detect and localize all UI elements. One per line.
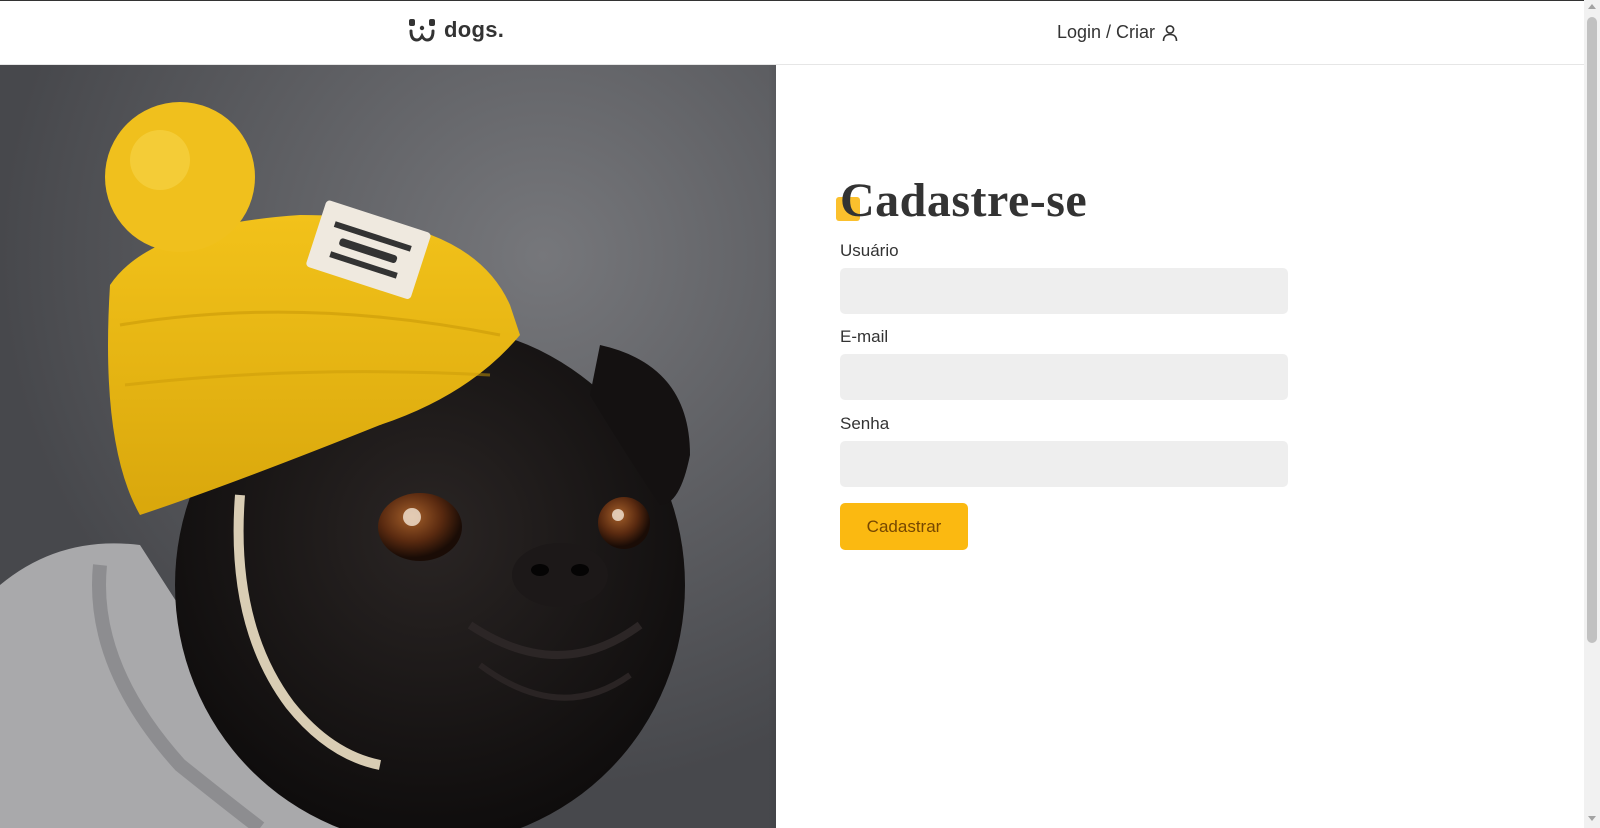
email-label: E-mail (840, 327, 889, 346)
hero-photo (0, 65, 776, 828)
login-create-label: Login / Criar (1057, 22, 1156, 42)
email-field-group: E-mail (840, 327, 1288, 400)
email-input[interactable] (840, 354, 1288, 400)
username-label: Usuário (840, 241, 899, 260)
dog-face-icon (409, 19, 435, 42)
pug-with-yellow-beanie-photo (0, 65, 776, 828)
register-button[interactable]: Cadastrar (840, 503, 968, 550)
logo-text: dogs. (444, 17, 505, 42)
page-title: Cadastre-se (840, 174, 1088, 227)
login-create-link[interactable]: Login / Criar (1057, 22, 1179, 43)
password-input[interactable] (840, 441, 1288, 487)
scroll-up-arrow-icon[interactable] (1588, 4, 1596, 9)
page-title-wrap: Cadastre-se (836, 173, 1088, 229)
vertical-scrollbar[interactable] (1584, 0, 1600, 828)
password-label: Senha (840, 414, 890, 433)
signup-panel: Cadastre-se Usuário E-mail Senha Cadastr… (776, 65, 1584, 828)
scrollbar-thumb[interactable] (1587, 17, 1597, 643)
password-field-group: Senha (840, 414, 1288, 487)
username-field-group: Usuário (840, 241, 1288, 314)
username-input[interactable] (840, 268, 1288, 314)
user-icon (1162, 24, 1178, 41)
site-header: dogs. Login / Criar (0, 0, 1584, 65)
scroll-down-arrow-icon[interactable] (1588, 816, 1596, 821)
logo-link[interactable]: dogs. (408, 17, 504, 43)
